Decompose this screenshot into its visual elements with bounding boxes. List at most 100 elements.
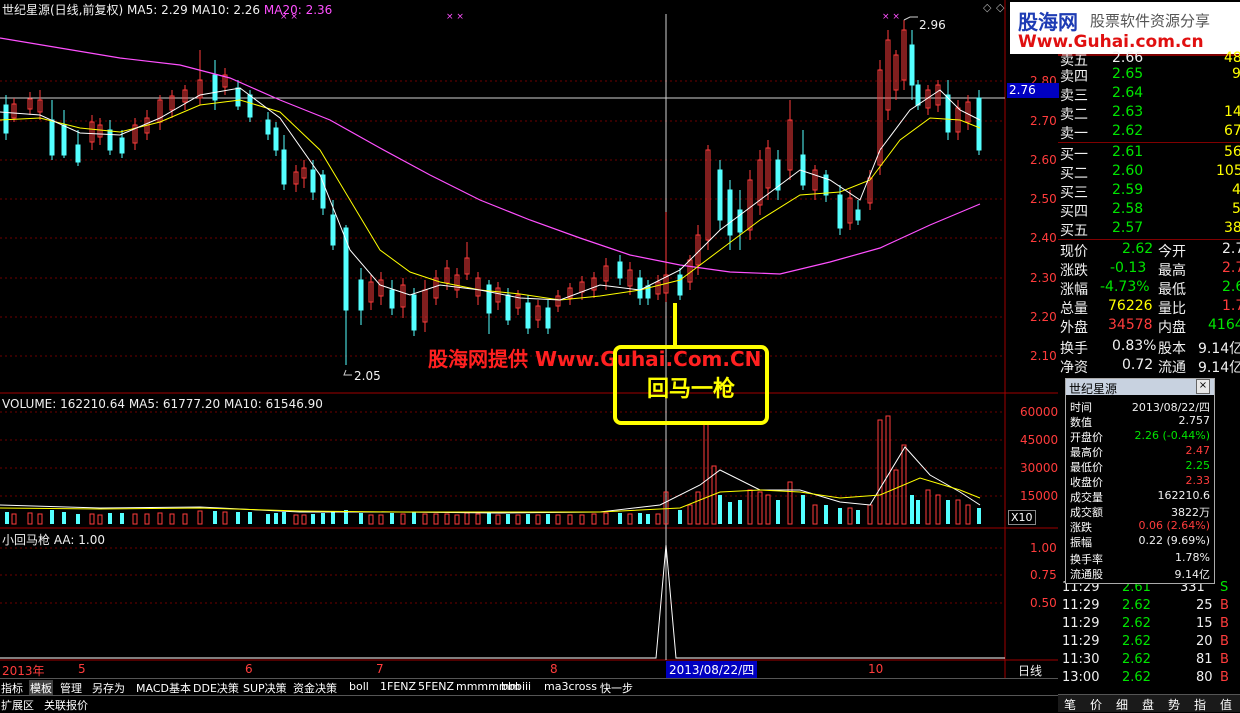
tab-sup[interactable]: SUP决策 (243, 680, 287, 696)
tick-volume: 80 (1196, 670, 1213, 685)
quote-key: 涨跌 (1060, 263, 1088, 279)
date-month: 5 (78, 662, 86, 676)
sell-price: 2.65 (1112, 66, 1144, 82)
popup-row: 最低价 2.25 (1070, 459, 1212, 474)
tab-5fenz[interactable]: 5FENZ (418, 680, 454, 693)
popup-value: 2.47 (1185, 444, 1211, 457)
logo-url: Www.Guhai.com.cn (1018, 32, 1204, 52)
popup-key: 换手率 (1070, 553, 1103, 566)
popup-key: 时间 (1070, 401, 1092, 414)
popup-row: 流通股 9.14亿 (1070, 566, 1212, 581)
chart-diamond-icon[interactable]: ◇ (996, 1, 1004, 14)
low-price-annotation: 2.05 (354, 369, 381, 383)
popup-row: 收盘价 2.33 (1070, 474, 1212, 489)
tab-bbbiii[interactable]: bbbiii (501, 680, 531, 693)
tab-1fenz[interactable]: 1FENZ (380, 680, 416, 693)
tab-ma3cross[interactable]: ma3cross (544, 680, 597, 693)
ma20-label: MA20: 2.36 (263, 3, 333, 17)
popup-value: 2.33 (1185, 474, 1211, 487)
high-price-annotation: 2.96 (919, 18, 946, 32)
quote-value: 2.7 (1222, 260, 1240, 276)
tick-time: 13:00 (1062, 670, 1100, 685)
tab-dde[interactable]: DDE决策 (193, 680, 239, 696)
popup-value: 0.06 (2.64%) (1138, 519, 1210, 532)
popup-title: 世纪星源 (1069, 382, 1118, 396)
quote-divider (1058, 239, 1240, 240)
panel-borders (0, 0, 1058, 678)
sell-label: 卖一 (1060, 126, 1088, 142)
tick-price: 2.62 (1122, 670, 1151, 685)
quote-key: 量比 (1158, 301, 1186, 317)
buy-volume: 38 (1224, 220, 1240, 236)
sell-price: 2.62 (1112, 123, 1144, 139)
ma5-label: MA5: 2.29 (127, 3, 188, 17)
tick-volume: 15 (1196, 616, 1213, 631)
tick-time: 11:29 (1062, 616, 1100, 631)
price-tick: 2.60 (1030, 153, 1057, 167)
buy-label: 买四 (1060, 204, 1088, 220)
cursor-date: 2013/08/22/四 (666, 661, 758, 678)
volume-tick: 30000 (1020, 461, 1059, 475)
tick-price: 2.62 (1122, 616, 1151, 631)
tab-detail[interactable]: 细 (1116, 696, 1128, 713)
tick-price: 2.62 (1122, 652, 1151, 667)
tab-price[interactable]: 价 (1090, 696, 1102, 713)
indicator-name: 小回马枪 (2, 533, 51, 547)
popup-close-icon[interactable]: × (1196, 379, 1210, 394)
quote-value: 2.7 (1222, 241, 1240, 257)
tab-trend[interactable]: 势 (1168, 696, 1180, 713)
tab-fund[interactable]: 资金决策 (293, 680, 337, 696)
quote-value: 76226 (1108, 298, 1153, 314)
tab-fast-step[interactable]: 快一步 (600, 680, 633, 696)
tab-template[interactable]: 模板 (29, 680, 53, 696)
current-price-tag: 2.76 (1007, 83, 1059, 98)
quote-value: 2.6 (1222, 279, 1240, 295)
quote-key: 流通 (1158, 360, 1186, 376)
callout-pointer (673, 303, 677, 345)
popup-key: 数值 (1070, 416, 1092, 429)
sell-volume: 14 (1224, 104, 1240, 120)
quote-value: -4.73% (1100, 279, 1150, 295)
tab-book[interactable]: 盘 (1142, 696, 1154, 713)
popup-value: 0.22 (9.69%) (1138, 534, 1210, 547)
tab-indicator[interactable]: 指标 (1, 680, 23, 696)
bottom-tab-bar: 扩展区 关联报价 (0, 695, 1058, 712)
indicator-tick: 1.00 (1030, 541, 1057, 555)
date-year: 2013年 (2, 664, 45, 678)
tab-trades[interactable]: 笔 (1064, 696, 1076, 713)
quote-value: 34578 (1108, 317, 1153, 333)
period-selector[interactable]: 日线 (1018, 662, 1042, 679)
popup-value: 9.14亿 (1174, 568, 1211, 581)
tab-index[interactable]: 指 (1194, 696, 1206, 713)
data-info-popup[interactable]: 世纪星源 × 时间 2013/08/22/四 数值 2.757 开盘价 2.26 (-… (1065, 378, 1215, 584)
date-month: 6 (245, 662, 253, 676)
popup-row: 成交额 3822万 (1070, 504, 1212, 519)
tab-save-as[interactable]: 另存为 (92, 680, 125, 696)
tab-manage[interactable]: 管理 (60, 680, 82, 696)
tick-price: 2.62 (1122, 598, 1151, 613)
price-tick: 2.10 (1030, 349, 1057, 363)
sell-label: 卖二 (1060, 107, 1088, 123)
tab-macd[interactable]: MACD基本 (136, 680, 191, 696)
popup-titlebar[interactable]: 世纪星源 × (1066, 379, 1214, 396)
sell-label: 卖三 (1060, 88, 1088, 104)
tick-price: 2.62 (1122, 634, 1151, 649)
popup-value: 2.25 (1185, 459, 1211, 472)
chart-diamond-icon[interactable]: ◇ (983, 1, 991, 14)
tick-volume: 81 (1196, 652, 1213, 667)
popup-row: 涨跌 0.06 (2.64%) (1070, 519, 1212, 534)
ma20-line (0, 37, 981, 275)
popup-value: 1.78% (1175, 551, 1210, 564)
quote-value: 9.14亿 (1198, 341, 1240, 357)
extreme-markers (343, 16, 918, 376)
tick-time: 11:29 (1062, 634, 1100, 649)
volume-unit: X10 (1008, 510, 1036, 525)
tab-boll[interactable]: boll (349, 680, 369, 693)
tab-value[interactable]: 值 (1220, 696, 1232, 713)
popup-row: 时间 2013/08/22/四 (1070, 399, 1212, 414)
volume-tick: 45000 (1020, 433, 1059, 447)
chart-area[interactable] (0, 0, 1058, 678)
popup-row: 振幅 0.22 (9.69%) (1070, 534, 1212, 549)
buy-price: 2.58 (1112, 201, 1144, 217)
buy-price: 2.61 (1112, 144, 1144, 160)
